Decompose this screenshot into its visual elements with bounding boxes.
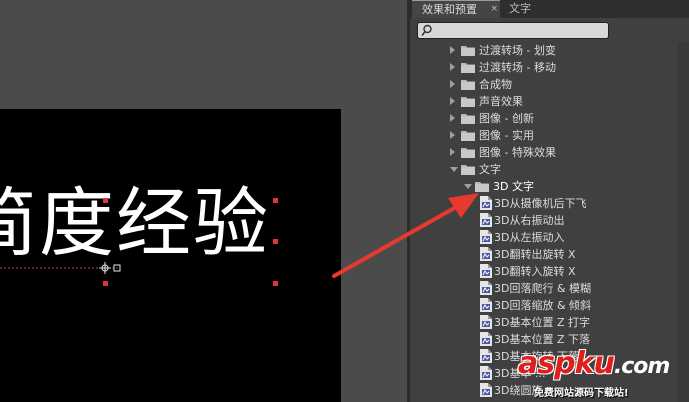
animation-preset-icon [480,298,492,312]
expand-arrow-down-icon[interactable] [464,184,472,189]
tree-item-folder[interactable]: 合成物 [410,76,678,93]
tree-item-label: 图像 - 实用 [479,129,534,142]
tree-item-preset[interactable]: 3D回落缩放 & 倾斜 [410,297,678,314]
tree-item-label: 图像 - 特殊效果 [479,146,556,159]
animation-preset-icon [480,383,492,397]
panel-tab-strip: 效果和预置 × 文字 [410,0,689,18]
folder-icon [461,63,475,73]
close-icon[interactable]: × [490,0,498,18]
expand-arrow-right-icon[interactable] [450,46,455,54]
watermark-logo: aspku.com [518,346,670,381]
tree-item-preset[interactable]: 3D从右振动出 [410,212,678,229]
tree-item-label: 3D从摄像机后下飞 [494,197,587,210]
animation-preset-icon [480,332,492,346]
folder-icon [475,182,489,192]
tree-item-preset[interactable]: 3D翻转入旋转 X [410,263,678,280]
search-box[interactable] [417,22,609,39]
expand-arrow-right-icon[interactable] [450,114,455,122]
tree-item-label: 3D 文字 [493,180,534,193]
expand-arrow-right-icon[interactable] [450,131,455,139]
tree-item-folder[interactable]: 过渡转场 - 划变 [410,42,678,59]
expand-arrow-right-icon[interactable] [450,80,455,88]
app-window: 简度经验 效果和预置 [0,0,689,402]
tree-item-label: 声音效果 [479,95,523,108]
composition-text-layer[interactable]: 简度经验 [0,186,270,261]
tree-item-label: 3D从左振动入 [494,231,565,244]
tab-label: 文字 [509,2,531,15]
panel-scrollbar[interactable] [677,42,689,402]
folder-icon [461,80,475,90]
tree-item-preset[interactable]: 3D从摄像机后下飞 [410,195,678,212]
animation-preset-icon [480,366,492,380]
site-watermark: aspku.com 免费网站源码下载站! [508,346,689,402]
tree-item-preset[interactable]: 3D翻转出旋转 X [410,246,678,263]
expand-arrow-down-icon[interactable] [450,167,458,172]
tree-item-label: 3D回落缩放 & 倾斜 [494,299,592,312]
expand-arrow-right-icon[interactable] [450,148,455,156]
tree-item-folder[interactable]: 图像 - 特殊效果 [410,144,678,161]
animation-preset-icon [480,349,492,363]
folder-icon [461,97,475,107]
tree-item-folder[interactable]: 文字 [410,161,678,178]
animation-preset-icon [480,264,492,278]
effects-presets-panel: 效果和预置 × 文字 过渡转场 - 划变 过渡转场 - 移动 合成物声音效果图像 -… [407,0,689,402]
tree-item-folder[interactable]: 图像 - 创新 [410,110,678,127]
expand-arrow-right-icon[interactable] [450,97,455,105]
folder-icon [461,165,475,175]
search-input[interactable] [436,23,606,38]
animation-preset-icon [480,213,492,227]
expand-arrow-right-icon[interactable] [450,63,455,71]
tab-effects-presets[interactable]: 效果和预置 × [412,0,500,18]
animation-preset-icon [480,247,492,261]
tree-item-label: 3D回落爬行 & 模糊 [494,282,592,295]
animation-preset-icon [480,281,492,295]
animation-preset-icon [480,196,492,210]
watermark-tagline: 免费网站源码下载站! [534,388,629,399]
tree-item-preset[interactable]: 3D基本位置 Z 打字 [410,314,678,331]
tree-item-label: 过渡转场 - 移动 [479,61,556,74]
tree-item-label: 3D基本位置 Z 打字 [494,316,590,329]
folder-icon [461,148,475,158]
tree-item-label: 3D翻转出旋转 X [494,248,576,261]
tab-label: 效果和预置 [422,3,477,16]
folder-icon [461,114,475,124]
tree-item-folder[interactable]: 声音效果 [410,93,678,110]
tree-item-folder[interactable]: 3D 文字 [410,178,678,195]
tree-item-preset[interactable]: 3D从左振动入 [410,229,678,246]
tree-item-preset[interactable]: 3D回落爬行 & 模糊 [410,280,678,297]
animation-preset-icon [480,315,492,329]
tab-text[interactable]: 文字 [505,0,545,18]
folder-icon [461,46,475,56]
search-icon [421,24,432,36]
composition-viewer[interactable]: 简度经验 [0,0,407,402]
tree-item-label: 3D从右振动出 [494,214,565,227]
tree-item-label: 文字 [479,163,501,176]
tree-item-label: 过渡转场 - 划变 [479,44,556,57]
tree-item-folder[interactable]: 过渡转场 - 移动 [410,59,678,76]
tree-item-label: 合成物 [479,78,512,91]
folder-icon [461,131,475,141]
tree-item-label: 3D翻转入旋转 X [494,265,576,278]
tree-item-label: 图像 - 创新 [479,112,534,125]
tree-item-folder[interactable]: 图像 - 实用 [410,127,678,144]
animation-preset-icon [480,230,492,244]
